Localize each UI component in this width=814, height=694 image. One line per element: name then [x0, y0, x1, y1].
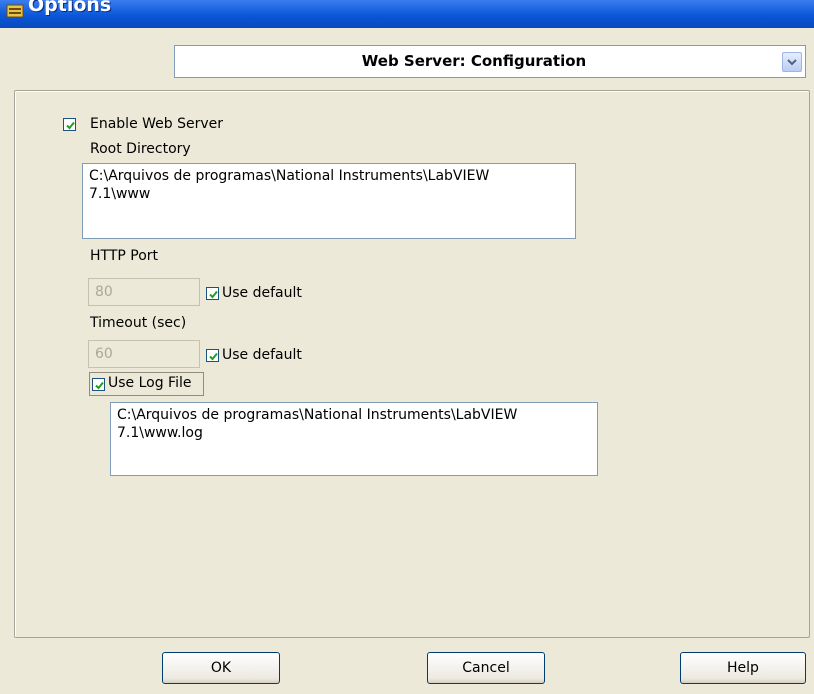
- ok-button[interactable]: OK: [162, 652, 280, 684]
- checkmark-icon: [209, 290, 218, 299]
- http-port-use-default-label: Use default: [222, 285, 302, 301]
- log-file-path-field[interactable]: C:\Arquivos de programas\National Instru…: [110, 402, 598, 476]
- enable-web-server-label: Enable Web Server: [90, 116, 224, 132]
- log-file-line-1: C:\Arquivos de programas\National Instru…: [117, 407, 518, 423]
- category-selected-value: Web Server: Configuration: [361, 52, 587, 70]
- title-bar: Options: [0, 0, 814, 28]
- use-log-file-label: Use Log File: [108, 375, 192, 391]
- timeout-use-default-checkbox[interactable]: [206, 349, 219, 362]
- timeout-label: Timeout (sec): [90, 315, 187, 331]
- root-directory-line-2: 7.1\www: [89, 186, 151, 202]
- enable-web-server-checkbox[interactable]: [63, 118, 76, 131]
- checkmark-icon: [66, 121, 75, 130]
- http-port-use-default-checkbox[interactable]: [206, 287, 219, 300]
- cancel-button[interactable]: Cancel: [427, 652, 545, 684]
- labview-options-icon: [6, 3, 24, 23]
- root-directory-label: Root Directory: [90, 141, 191, 157]
- timeout-field[interactable]: 60: [88, 340, 200, 368]
- chevron-down-icon[interactable]: [782, 52, 802, 72]
- category-dropdown[interactable]: Web Server: Configuration: [174, 45, 806, 78]
- log-file-line-2: 7.1\www.log: [117, 425, 203, 441]
- http-port-field[interactable]: 80: [88, 278, 200, 306]
- checkmark-icon: [95, 381, 104, 390]
- root-directory-field[interactable]: C:\Arquivos de programas\National Instru…: [82, 163, 576, 239]
- window-title: Options: [28, 0, 112, 16]
- help-button[interactable]: Help: [680, 652, 806, 684]
- use-log-file-checkbox[interactable]: [92, 378, 105, 391]
- checkmark-icon: [209, 352, 218, 361]
- root-directory-line-1: C:\Arquivos de programas\National Instru…: [89, 168, 490, 184]
- timeout-use-default-label: Use default: [222, 347, 302, 363]
- http-port-label: HTTP Port: [90, 248, 159, 264]
